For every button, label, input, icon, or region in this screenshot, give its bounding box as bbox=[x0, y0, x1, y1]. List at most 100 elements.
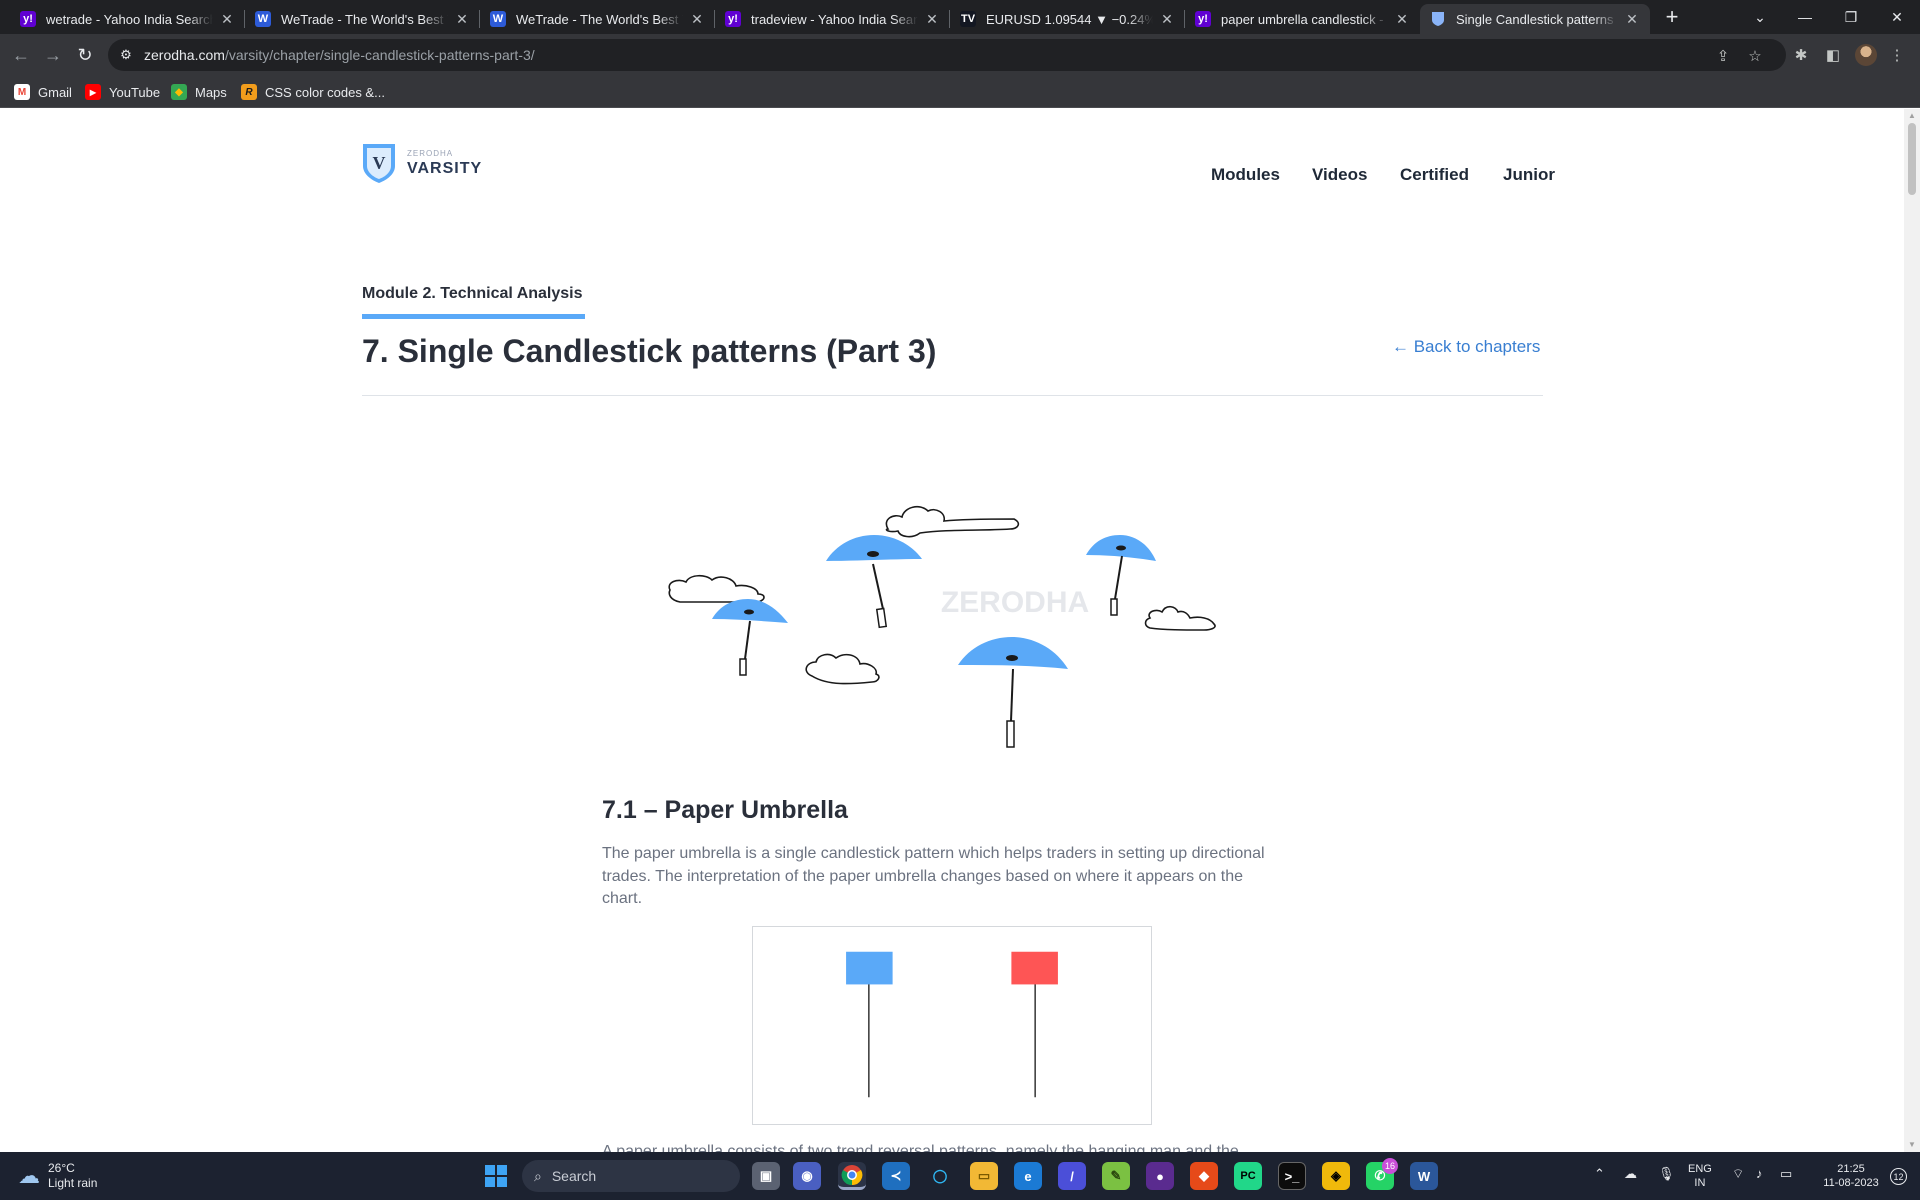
show-hidden-icons-chevron-icon[interactable]: ⌃ bbox=[1594, 1166, 1605, 1182]
rain-cloud-icon: ☁ bbox=[18, 1163, 40, 1188]
bookmark-maps[interactable]: ◆ Maps bbox=[171, 82, 227, 102]
whatsapp-badge: 16 bbox=[1382, 1158, 1398, 1174]
binance-icon[interactable]: ◈ bbox=[1322, 1162, 1350, 1190]
language-indicator[interactable]: ENG IN bbox=[1688, 1162, 1712, 1190]
chrome-taskbar-icon[interactable] bbox=[838, 1162, 866, 1190]
paper-umbrella-illustration: ZERODHA bbox=[668, 505, 1216, 748]
notifications-badge[interactable]: 12 bbox=[1890, 1168, 1907, 1185]
address-bar[interactable]: ⚙ zerodha.com/varsity/chapter/single-can… bbox=[108, 39, 1786, 71]
url-path: /varsity/chapter/single-candlestick-patt… bbox=[224, 47, 535, 63]
volume-icon[interactable]: ♪ bbox=[1756, 1166, 1763, 1181]
browser-tab-bar: y! wetrade - Yahoo India Search Re ✕ W W… bbox=[0, 0, 1920, 34]
wifi-icon[interactable]: ⌔ bbox=[1732, 1166, 1744, 1182]
browser-tab[interactable]: y! wetrade - Yahoo India Search Re ✕ bbox=[10, 4, 245, 34]
zerodha-watermark: ZERODHA bbox=[941, 586, 1089, 619]
close-tab-icon[interactable]: ✕ bbox=[924, 11, 940, 28]
close-tab-icon[interactable]: ✕ bbox=[219, 11, 235, 28]
module-label[interactable]: Module 2. Technical Analysis bbox=[362, 285, 583, 303]
task-view-icon[interactable]: ▣ bbox=[752, 1162, 780, 1190]
bookmark-label: CSS color codes &... bbox=[265, 84, 385, 100]
share-icon[interactable]: ⇪ bbox=[1712, 45, 1734, 67]
weather-text: Light rain bbox=[48, 1176, 98, 1190]
url-text[interactable]: zerodha.com/varsity/chapter/single-candl… bbox=[144, 47, 535, 63]
section-paragraph-next: A paper umbrella consists of two trend r… bbox=[602, 1143, 1239, 1152]
vscode-icon[interactable]: ≺ bbox=[882, 1162, 910, 1190]
nav-certified[interactable]: Certified bbox=[1400, 165, 1469, 185]
tab-title: Single Candlestick patterns (Part bbox=[1456, 11, 1618, 27]
site-info-icon[interactable]: ⚙ bbox=[116, 45, 136, 65]
browser-tab[interactable]: TV EURUSD 1.09544 ▼ −0.24% Unr ✕ bbox=[950, 4, 1185, 34]
varsity-logo[interactable]: V ZERODHA VARSITY bbox=[361, 142, 482, 184]
minimize-icon[interactable]: — bbox=[1782, 0, 1828, 34]
restore-icon[interactable]: ❐ bbox=[1828, 0, 1874, 34]
browser-tab[interactable]: y! paper umbrella candlestick - Yah ✕ bbox=[1185, 4, 1420, 34]
cortana-ring-icon[interactable]: ◯ bbox=[926, 1162, 954, 1190]
edge-icon[interactable]: e bbox=[1014, 1162, 1042, 1190]
bookmark-gmail[interactable]: M Gmail bbox=[14, 82, 72, 102]
new-tab-plus-icon[interactable]: + bbox=[1660, 6, 1684, 30]
browser-tab[interactable]: y! tradeview - Yahoo India Search F ✕ bbox=[715, 4, 950, 34]
search-icon: ⌕ bbox=[534, 1167, 542, 1184]
browser-tab[interactable]: W WeTrade - The World's Best Trad ✕ bbox=[480, 4, 715, 34]
close-tab-icon[interactable]: ✕ bbox=[1159, 11, 1175, 28]
close-tab-icon[interactable]: ✕ bbox=[689, 11, 705, 28]
back-to-chapters-link[interactable]: ← Back to chapters bbox=[1392, 337, 1540, 357]
clock[interactable]: 21:25 11-08-2023 bbox=[1818, 1162, 1884, 1190]
reload-icon[interactable]: ↻ bbox=[73, 43, 97, 67]
browser-tab-active[interactable]: Single Candlestick patterns (Part ✕ bbox=[1420, 4, 1650, 34]
temperature-text: 26°C bbox=[48, 1161, 75, 1175]
browser-tab[interactable]: W WeTrade - The World's Best Trad ✕ bbox=[245, 4, 480, 34]
windows-start-icon[interactable] bbox=[482, 1162, 510, 1190]
notes-app-icon[interactable]: ✎ bbox=[1102, 1162, 1130, 1190]
tab-title: EURUSD 1.09544 ▼ −0.24% Unr bbox=[986, 11, 1153, 27]
yahoo-favicon-icon: y! bbox=[20, 11, 36, 27]
yahoo-favicon-icon: y! bbox=[1195, 11, 1211, 27]
varsity-shield-icon: V bbox=[363, 144, 395, 183]
app-slash-icon[interactable]: / bbox=[1058, 1162, 1086, 1190]
page-title: 7. Single Candlestick patterns (Part 3) bbox=[362, 333, 937, 369]
side-panel-icon[interactable]: ◧ bbox=[1821, 43, 1845, 67]
umbrella-shapes bbox=[712, 535, 1156, 748]
teams-meet-icon[interactable]: ◉ bbox=[793, 1162, 821, 1190]
taskbar-search[interactable]: ⌕ Search bbox=[522, 1160, 740, 1192]
back-arrow-icon[interactable]: ← bbox=[9, 43, 33, 67]
close-tab-icon[interactable]: ✕ bbox=[1624, 11, 1640, 28]
bookmark-css-colors[interactable]: R CSS color codes &... bbox=[241, 82, 385, 102]
forward-arrow-icon[interactable]: → bbox=[41, 43, 65, 67]
tradingview-favicon-icon: TV bbox=[960, 11, 976, 27]
github-icon[interactable]: ● bbox=[1146, 1162, 1174, 1190]
scroll-down-arrow-icon[interactable]: ▼ bbox=[1904, 1138, 1920, 1152]
weather-widget[interactable]: ☁ 26°C Light rain bbox=[18, 1161, 97, 1191]
bullish-candle-body bbox=[846, 951, 893, 985]
scroll-up-arrow-icon[interactable]: ▲ bbox=[1904, 109, 1920, 123]
browser-toolbar: ← → ↻ ⚙ zerodha.com/varsity/chapter/sing… bbox=[0, 34, 1920, 76]
pycharm-icon[interactable]: PC bbox=[1234, 1162, 1262, 1190]
battery-icon[interactable]: ▭ bbox=[1780, 1166, 1792, 1182]
word-icon[interactable]: W bbox=[1410, 1162, 1438, 1190]
terminal-icon[interactable]: >_ bbox=[1278, 1162, 1306, 1190]
file-explorer-icon[interactable]: ▭ bbox=[970, 1162, 998, 1190]
nav-videos[interactable]: Videos bbox=[1312, 165, 1367, 185]
clock-date: 11-08-2023 bbox=[1823, 1177, 1879, 1189]
paper-umbrella-candles-figure bbox=[752, 926, 1152, 1125]
css-bookmark-icon: R bbox=[241, 84, 257, 100]
chrome-menu-icon[interactable]: ⋮ bbox=[1885, 43, 1909, 67]
close-tab-icon[interactable]: ✕ bbox=[454, 11, 470, 28]
page-scrollbar[interactable]: ▲ ▼ bbox=[1904, 109, 1920, 1152]
close-tab-icon[interactable]: ✕ bbox=[1394, 11, 1410, 28]
nav-junior[interactable]: Junior bbox=[1503, 165, 1555, 185]
profile-avatar[interactable] bbox=[1855, 44, 1877, 66]
section-heading: 7.1 – Paper Umbrella bbox=[602, 796, 848, 824]
lang-primary: ENG bbox=[1688, 1163, 1712, 1175]
bookmark-youtube[interactable]: ▶ YouTube bbox=[85, 82, 160, 102]
logo-small-text: ZERODHA bbox=[407, 148, 454, 158]
nav-modules[interactable]: Modules bbox=[1211, 165, 1280, 185]
bookmark-star-icon[interactable]: ☆ bbox=[1744, 45, 1766, 67]
git-icon[interactable]: ◆ bbox=[1190, 1162, 1218, 1190]
tab-search-chevron-icon[interactable]: ⌄ bbox=[1737, 0, 1783, 34]
close-window-icon[interactable]: ✕ bbox=[1874, 0, 1920, 34]
onedrive-icon[interactable]: ☁ bbox=[1624, 1166, 1637, 1182]
microphone-icon[interactable]: 🎙 bbox=[1658, 1166, 1675, 1182]
extensions-puzzle-icon[interactable]: ✱ bbox=[1789, 43, 1813, 67]
scrollbar-thumb[interactable] bbox=[1908, 123, 1916, 195]
